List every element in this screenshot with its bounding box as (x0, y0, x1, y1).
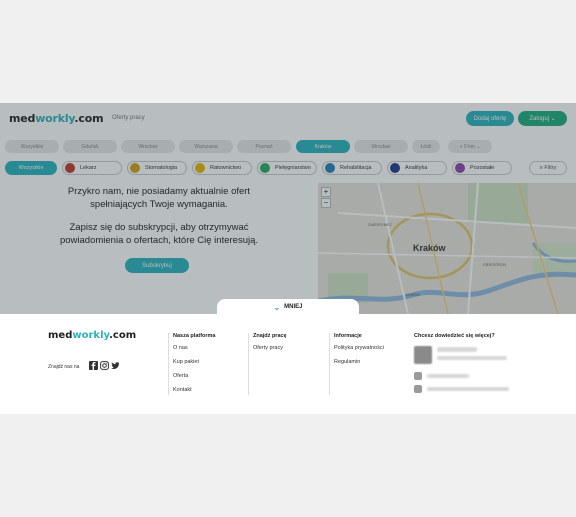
category-chip-lekarz[interactable]: Lekarz (62, 161, 122, 175)
footer-link[interactable]: Kup pakiet (173, 359, 216, 365)
zoom-out-button[interactable]: − (321, 198, 331, 208)
social-label: Znajdź nas na (48, 364, 80, 370)
city-chip[interactable]: Łódź (412, 140, 440, 153)
category-label: Pozostałe (470, 165, 495, 171)
map-district-label: GRZEGÓRZKI (483, 263, 507, 267)
subscribe-prompt-line: Zapisz się do subskrypcji, aby otrzymywa… (69, 222, 249, 233)
ambulance-icon (195, 163, 205, 173)
map-city-label: Kraków (413, 243, 446, 253)
footer-column-title: Informacje (334, 333, 362, 339)
footer-link[interactable]: Kontakt (173, 387, 216, 393)
facebook-icon[interactable] (89, 361, 98, 370)
site-logo[interactable]: medworkly.com (9, 112, 104, 125)
city-chip[interactable]: Wszystkie (5, 140, 59, 153)
map-view[interactable]: + − Kraków ZWIERZYNIEC DĘBNIKI GRZEGÓRZK… (318, 183, 576, 314)
subscribe-prompt-line: powiadomienia o ofertach, które Cię inte… (59, 235, 259, 246)
more-icon (455, 163, 465, 173)
category-label: Pielęgniarstwo (275, 165, 311, 171)
email-icon (414, 385, 422, 393)
contact-role-blurred (437, 356, 507, 360)
category-chip-pozostale[interactable]: Pozostałe (452, 161, 512, 175)
map-canvas (318, 183, 576, 314)
collapse-footer-tab[interactable]: ⌄ MNIEJ (217, 299, 359, 315)
doctor-icon (65, 163, 75, 173)
city-chip[interactable]: Wrocław (121, 140, 175, 153)
footer-column-title: Nasza platforma (173, 333, 216, 339)
category-filter-row: Wszystkie Lekarz Stomatologia Ratownictw… (0, 161, 576, 177)
footer-link[interactable]: Polityka prywatności (334, 345, 384, 351)
page-frame: medworkly.com Oferty pracy Dodaj ofertę … (0, 103, 576, 414)
city-chip[interactable]: Gdańsk (63, 140, 117, 153)
footer-link[interactable]: Oferty pracy (253, 345, 287, 351)
footer-column-title: Znajdź pracę (253, 333, 287, 339)
category-chip-analityka[interactable]: Analityka (387, 161, 447, 175)
contact-avatar (414, 346, 432, 364)
footer-link[interactable]: Regulamin (334, 359, 384, 365)
category-chip-pielegniarstwo[interactable]: Pielęgniarstwo (257, 161, 317, 175)
instagram-icon[interactable] (100, 361, 109, 370)
contact-email-blurred (427, 387, 509, 391)
category-label: Stomatologia (145, 165, 178, 171)
footer-link[interactable]: Oferta (173, 373, 216, 379)
city-chip[interactable]: Wrocław (354, 140, 408, 153)
filters-button[interactable]: ≡ Filtry (529, 161, 567, 175)
post-offer-button[interactable]: Dodaj ofertę (466, 111, 514, 126)
footer-logo[interactable]: medworkly.com (48, 330, 136, 341)
city-chip-active[interactable]: Kraków (296, 140, 350, 153)
category-label: Analityka (405, 165, 428, 171)
category-chip-stomatologia[interactable]: Stomatologia (127, 161, 187, 175)
twitter-icon[interactable] (111, 361, 120, 370)
map-district-label: DĘBNIKI (406, 293, 421, 297)
category-label: Lekarz (80, 165, 97, 171)
wheelchair-icon (325, 163, 335, 173)
chevron-down-icon: ⌄ (273, 302, 281, 312)
nav-job-offers-link[interactable]: Oferty pracy (112, 115, 145, 121)
subscribe-button[interactable]: Subskrybuj (125, 258, 189, 273)
map-district-label: ZWIERZYNIEC (368, 223, 393, 227)
city-chip[interactable]: Warszawa (179, 140, 233, 153)
no-results-message: Przykro nam, nie posiadamy aktualnie ofe… (14, 185, 304, 211)
contact-name-blurred (437, 347, 477, 352)
footer-column-find-job: Znajdź pracę Oferty pracy (248, 333, 287, 395)
subscribe-prompt: Zapisz się do subskrypcji, aby otrzymywa… (14, 221, 304, 247)
city-filter-row: Wszystkie Gdańsk Wrocław Warszawa Poznań… (0, 140, 576, 154)
contact-phone-blurred (427, 374, 469, 378)
distance-select[interactable]: + 0 km ⌄ (448, 140, 492, 153)
category-chip-all[interactable]: Wszystkie (5, 161, 57, 175)
footer-column-platform: Nasza platforma O nas Kup pakiet Oferta … (168, 333, 216, 395)
category-chip-rehabilitacja[interactable]: Rehabilitacja (322, 161, 382, 175)
no-results-line: spełniających Twoje wymagania. (90, 199, 228, 210)
collapse-label: MNIEJ (284, 304, 303, 310)
zoom-in-button[interactable]: + (321, 187, 331, 197)
tooth-icon (130, 163, 140, 173)
category-label: Ratownictwo (210, 165, 242, 171)
footer-link[interactable]: O nas (173, 345, 216, 351)
category-chip-ratownictwo[interactable]: Ratownictwo (192, 161, 252, 175)
contact-title: Chcesz dowiedzieć się więcej? (414, 333, 495, 339)
footer: medworkly.com Znajdź nas na Nasza platfo… (0, 314, 576, 414)
footer-column-info: Informacje Polityka prywatności Regulami… (329, 333, 384, 395)
login-button[interactable]: Zaloguj ⌄ (518, 111, 567, 126)
microscope-icon (390, 163, 400, 173)
category-label: Rehabilitacja (340, 165, 372, 171)
top-header: medworkly.com Oferty pracy Dodaj ofertę … (0, 103, 576, 133)
phone-icon (414, 372, 422, 380)
city-chip[interactable]: Poznań (237, 140, 291, 153)
nurse-icon (260, 163, 270, 173)
no-results-line: Przykro nam, nie posiadamy aktualnie ofe… (67, 186, 251, 197)
